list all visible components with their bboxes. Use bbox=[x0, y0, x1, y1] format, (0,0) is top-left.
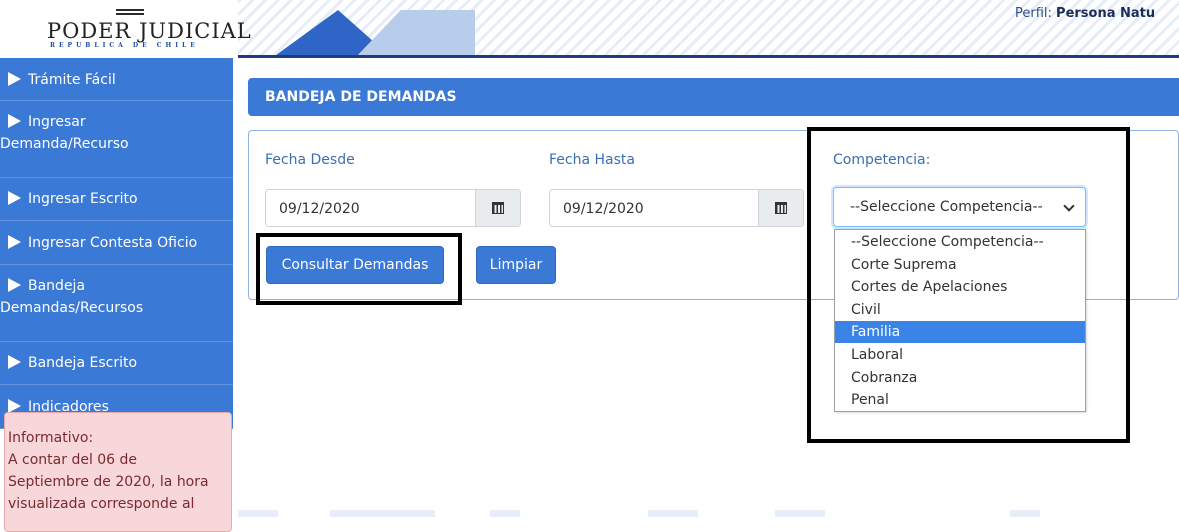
caret-right-icon bbox=[8, 114, 21, 128]
bottom-decor bbox=[648, 510, 698, 517]
informativo-title: Informativo: bbox=[8, 430, 94, 446]
sidebar-item-label: Ingresar bbox=[28, 114, 86, 130]
perfil-indicator: Perfil: Persona Natu bbox=[1015, 6, 1155, 21]
sidebar-item-label: Bandeja bbox=[28, 278, 86, 294]
caret-right-icon bbox=[8, 355, 21, 369]
logo-line-icon bbox=[116, 9, 144, 11]
sidebar-item-label: Ingresar Escrito bbox=[28, 191, 138, 207]
highlight-box-consultar bbox=[256, 233, 462, 305]
calendar-icon bbox=[492, 202, 504, 214]
calendar-icon bbox=[775, 202, 787, 214]
informativo-alert: Informativo: A contar del 06 de Septiemb… bbox=[4, 412, 232, 532]
sidebar-item-ingresar-escrito[interactable]: Ingresar Escrito bbox=[0, 178, 233, 221]
caret-right-icon bbox=[8, 399, 21, 413]
bottom-decor bbox=[1010, 510, 1040, 517]
panel-header: BANDEJA DE DEMANDAS bbox=[248, 78, 1179, 116]
bottom-decor bbox=[330, 510, 435, 517]
sidebar-item-label: Bandeja Escrito bbox=[28, 355, 138, 371]
informativo-line: visualizada corresponde al bbox=[8, 496, 195, 512]
bottom-decor bbox=[490, 510, 520, 517]
fecha-hasta-field[interactable]: 09/12/2020 bbox=[549, 189, 804, 227]
sidebar-item-bandeja-demandas[interactable]: Bandeja Demandas/Recursos bbox=[0, 265, 233, 342]
bottom-decor bbox=[775, 510, 825, 517]
perfil-label: Perfil: bbox=[1015, 6, 1052, 21]
poder-judicial-logo[interactable]: PODER JUDICIAL REPUBLICA DE CHILE bbox=[0, 0, 251, 58]
limpiar-button[interactable]: Limpiar bbox=[476, 246, 556, 284]
sidebar-item-label-line2: Demandas/Recursos bbox=[0, 300, 144, 316]
sidebar-item-label: Ingresar Contesta Oficio bbox=[28, 235, 198, 251]
caret-right-icon bbox=[8, 191, 21, 205]
perfil-value: Persona Natu bbox=[1056, 6, 1156, 21]
page-title: BANDEJA DE DEMANDAS bbox=[265, 89, 457, 105]
caret-right-icon bbox=[8, 235, 21, 249]
sidebar-item-label: Trámite Fácil bbox=[28, 72, 116, 88]
logo-line-icon bbox=[116, 13, 144, 15]
top-header: PODER JUDICIAL REPUBLICA DE CHILE Perfil… bbox=[0, 0, 1179, 58]
fecha-hasta-value: 09/12/2020 bbox=[563, 201, 644, 217]
caret-right-icon bbox=[8, 72, 21, 86]
logo-subtitle: REPUBLICA DE CHILE bbox=[50, 42, 199, 49]
sidebar-item-ingresar-demanda[interactable]: Ingresar Demanda/Recurso bbox=[0, 101, 233, 178]
informativo-line: Septiembre de 2020, la hora bbox=[8, 474, 209, 490]
informativo-line: A contar del 06 de bbox=[8, 452, 138, 468]
fecha-desde-label: Fecha Desde bbox=[265, 152, 355, 168]
fecha-desde-field[interactable]: 09/12/2020 bbox=[265, 189, 521, 227]
sidebar-item-label-line2: Demanda/Recurso bbox=[0, 136, 129, 152]
highlight-box-competencia bbox=[807, 127, 1130, 443]
calendar-button[interactable] bbox=[758, 190, 803, 226]
fecha-desde-value: 09/12/2020 bbox=[279, 201, 360, 217]
sidebar-item-ingresar-contesta-oficio[interactable]: Ingresar Contesta Oficio bbox=[0, 221, 233, 265]
sidebar-item-tramite-facil[interactable]: Trámite Fácil bbox=[0, 58, 233, 101]
bottom-decor bbox=[238, 510, 278, 517]
sidebar-item-bandeja-escrito[interactable]: Bandeja Escrito bbox=[0, 342, 233, 385]
logo-title: PODER JUDICIAL bbox=[47, 19, 252, 43]
fecha-hasta-label: Fecha Hasta bbox=[549, 152, 635, 168]
caret-right-icon bbox=[8, 278, 21, 292]
header-divider bbox=[238, 55, 1179, 58]
calendar-button[interactable] bbox=[475, 190, 520, 226]
